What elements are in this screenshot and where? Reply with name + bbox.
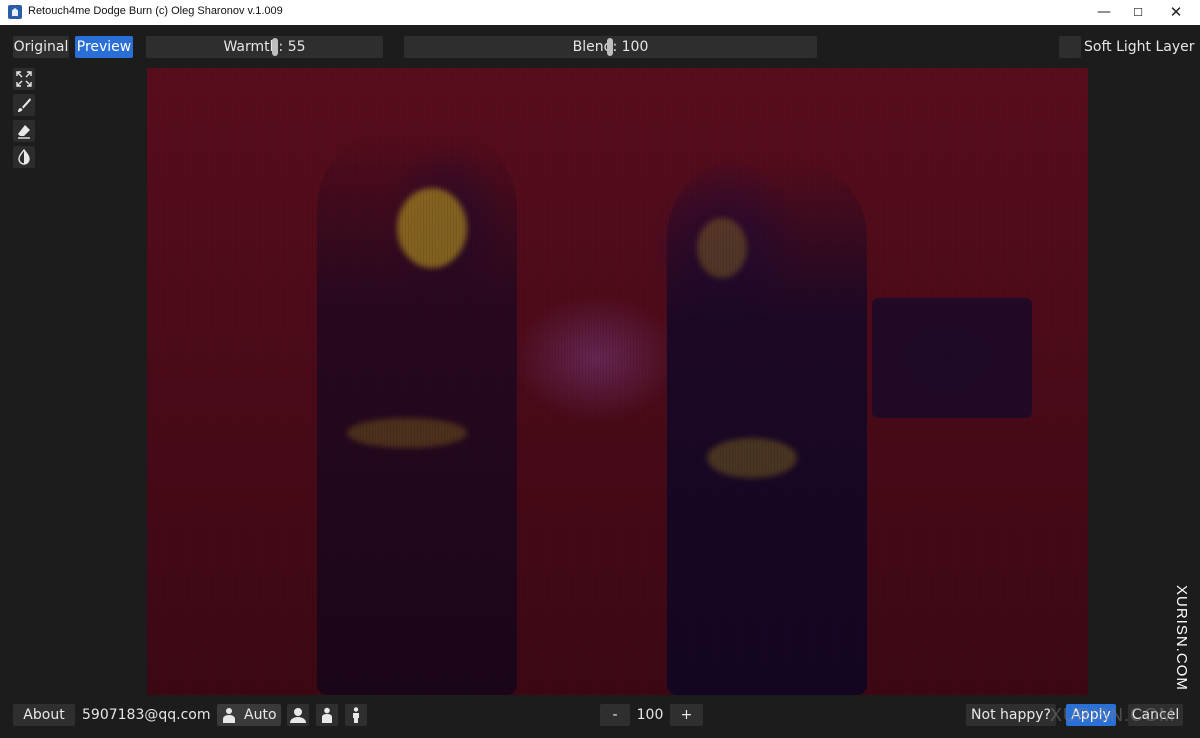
auto-label: Auto — [244, 707, 277, 723]
full-body-mode-button[interactable] — [345, 704, 367, 726]
blend-slider-handle[interactable] — [607, 38, 613, 56]
warmth-label: Warmth: 55 — [223, 39, 306, 55]
soft-light-checkbox[interactable] — [1059, 36, 1081, 58]
about-button[interactable]: About — [13, 704, 75, 726]
fit-screen-tool[interactable] — [13, 68, 35, 90]
user-email: 5907183@qq.com — [82, 707, 211, 723]
contrast-tool[interactable] — [13, 146, 35, 168]
watermark-horizontal: XURISN.COM — [1050, 705, 1176, 725]
watermark-vertical: XURISN.COM — [1173, 585, 1190, 691]
maximize-button[interactable]: ☐ — [1120, 0, 1156, 25]
eraser-icon — [18, 125, 30, 139]
minimize-button[interactable]: — — [1086, 0, 1122, 25]
zoom-out-button[interactable]: - — [600, 704, 630, 726]
auto-mode-button[interactable]: Auto — [217, 704, 281, 726]
blend-slider[interactable]: Blend: 100 — [404, 36, 817, 58]
eraser-tool[interactable] — [13, 120, 35, 142]
preview-button[interactable]: Preview — [75, 36, 133, 58]
portrait-mode-button[interactable] — [287, 704, 309, 726]
person-auto-icon — [223, 708, 235, 723]
close-button[interactable]: ✕ — [1158, 0, 1194, 25]
window-title: Retouch4me Dodge Burn (c) Oleg Sharonov … — [28, 5, 283, 17]
warmth-slider[interactable]: Warmth: 55 — [146, 36, 383, 58]
half-body-mode-button[interactable] — [316, 704, 338, 726]
not-happy-button[interactable]: Not happy? — [966, 704, 1056, 726]
portrait-icon — [290, 708, 306, 723]
main-area: Original Preview Warmth: 55 Blend: 100 S… — [0, 25, 1200, 738]
half-body-icon — [322, 707, 332, 723]
soft-light-label: Soft Light Layer — [1084, 39, 1195, 55]
fit-screen-icon — [16, 71, 32, 87]
zoom-in-button[interactable]: + — [670, 704, 703, 726]
full-body-icon — [353, 707, 359, 723]
title-bar: Retouch4me Dodge Burn (c) Oleg Sharonov … — [0, 0, 1200, 25]
app-logo-icon — [8, 5, 22, 19]
brush-tool[interactable] — [13, 94, 35, 116]
photo-texture — [147, 68, 1088, 695]
photo-preview[interactable] — [147, 68, 1088, 695]
contrast-icon — [18, 149, 30, 165]
zoom-level: 100 — [636, 707, 664, 723]
brush-icon — [18, 98, 31, 112]
warmth-slider-handle[interactable] — [272, 38, 278, 56]
original-button[interactable]: Original — [13, 36, 69, 58]
